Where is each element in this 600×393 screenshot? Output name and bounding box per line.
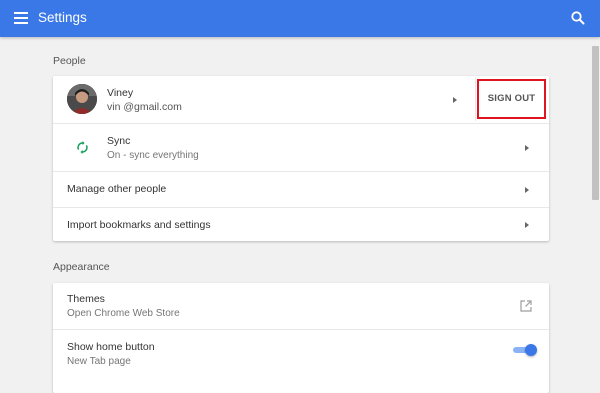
avatar: [67, 84, 97, 114]
account-row[interactable]: Viney vin @gmail.com SIGN OUT: [53, 76, 549, 123]
sync-row[interactable]: Sync On - sync everything: [53, 123, 549, 171]
import-bookmarks-label: Import bookmarks and settings: [67, 219, 211, 231]
sync-icon: [76, 141, 89, 154]
manage-people-row[interactable]: Manage other people: [53, 171, 549, 207]
import-bookmarks-row[interactable]: Import bookmarks and settings: [53, 207, 549, 242]
chevron-right-icon[interactable]: [525, 222, 529, 228]
chevron-right-icon[interactable]: [453, 97, 457, 103]
open-in-new-icon[interactable]: [520, 299, 532, 312]
appearance-card: Themes Open Chrome Web Store Show home b…: [53, 283, 549, 393]
account-name: Viney: [107, 87, 134, 99]
scrollbar-thumb[interactable]: [592, 46, 599, 200]
search-icon[interactable]: [570, 10, 586, 26]
home-button-subtitle: New Tab page: [67, 356, 131, 367]
toggle-knob: [525, 344, 537, 356]
sync-status: On - sync everything: [107, 150, 199, 161]
top-app-bar: Settings: [0, 0, 600, 37]
page-title: Settings: [38, 10, 87, 25]
home-button-toggle[interactable]: [513, 344, 537, 356]
chevron-right-icon[interactable]: [525, 145, 529, 151]
sync-title: Sync: [107, 135, 131, 147]
themes-row[interactable]: Themes Open Chrome Web Store: [53, 283, 549, 329]
themes-title: Themes: [67, 293, 105, 305]
signout-container: SIGN OUT: [475, 77, 548, 121]
themes-subtitle: Open Chrome Web Store: [67, 308, 180, 319]
people-card: Viney vin @gmail.com SIGN OUT Sync On - …: [53, 76, 549, 241]
chevron-right-icon[interactable]: [525, 187, 529, 193]
menu-icon[interactable]: [14, 12, 28, 24]
home-button-row[interactable]: Show home button New Tab page: [53, 329, 549, 380]
sign-out-button[interactable]: SIGN OUT: [477, 79, 546, 119]
section-title-people: People: [53, 55, 86, 67]
section-title-appearance: Appearance: [53, 261, 110, 273]
manage-people-label: Manage other people: [67, 183, 167, 195]
home-button-title: Show home button: [67, 341, 155, 353]
account-email: vin @gmail.com: [107, 101, 182, 113]
